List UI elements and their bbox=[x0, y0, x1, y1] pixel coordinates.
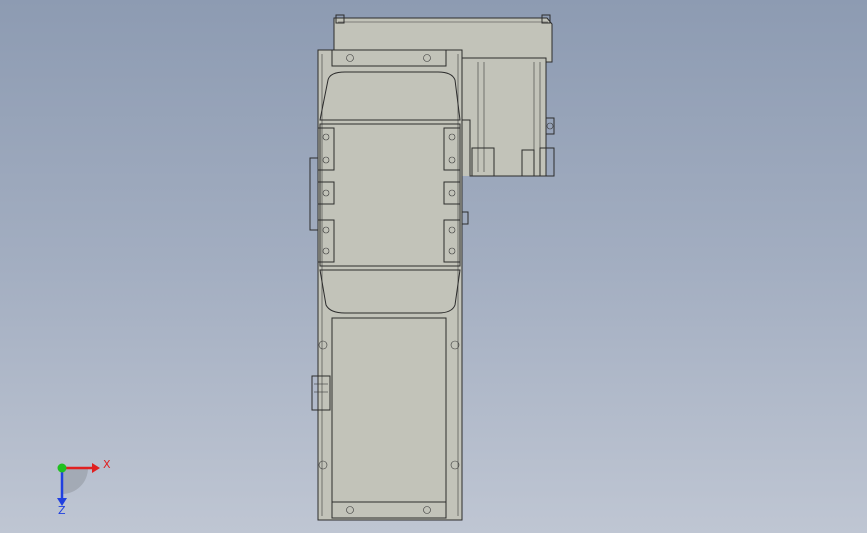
cad-viewport[interactable]: X Z bbox=[0, 0, 867, 533]
z-axis-label: Z bbox=[58, 504, 66, 517]
y-axis-dot bbox=[57, 463, 67, 473]
actuator-body[interactable] bbox=[309, 49, 469, 521]
orientation-triad[interactable]: X Z bbox=[57, 458, 111, 517]
x-axis-arrowhead bbox=[92, 463, 100, 473]
cad-drawing: X Z bbox=[57, 14, 555, 521]
x-axis-label: X bbox=[103, 458, 111, 471]
